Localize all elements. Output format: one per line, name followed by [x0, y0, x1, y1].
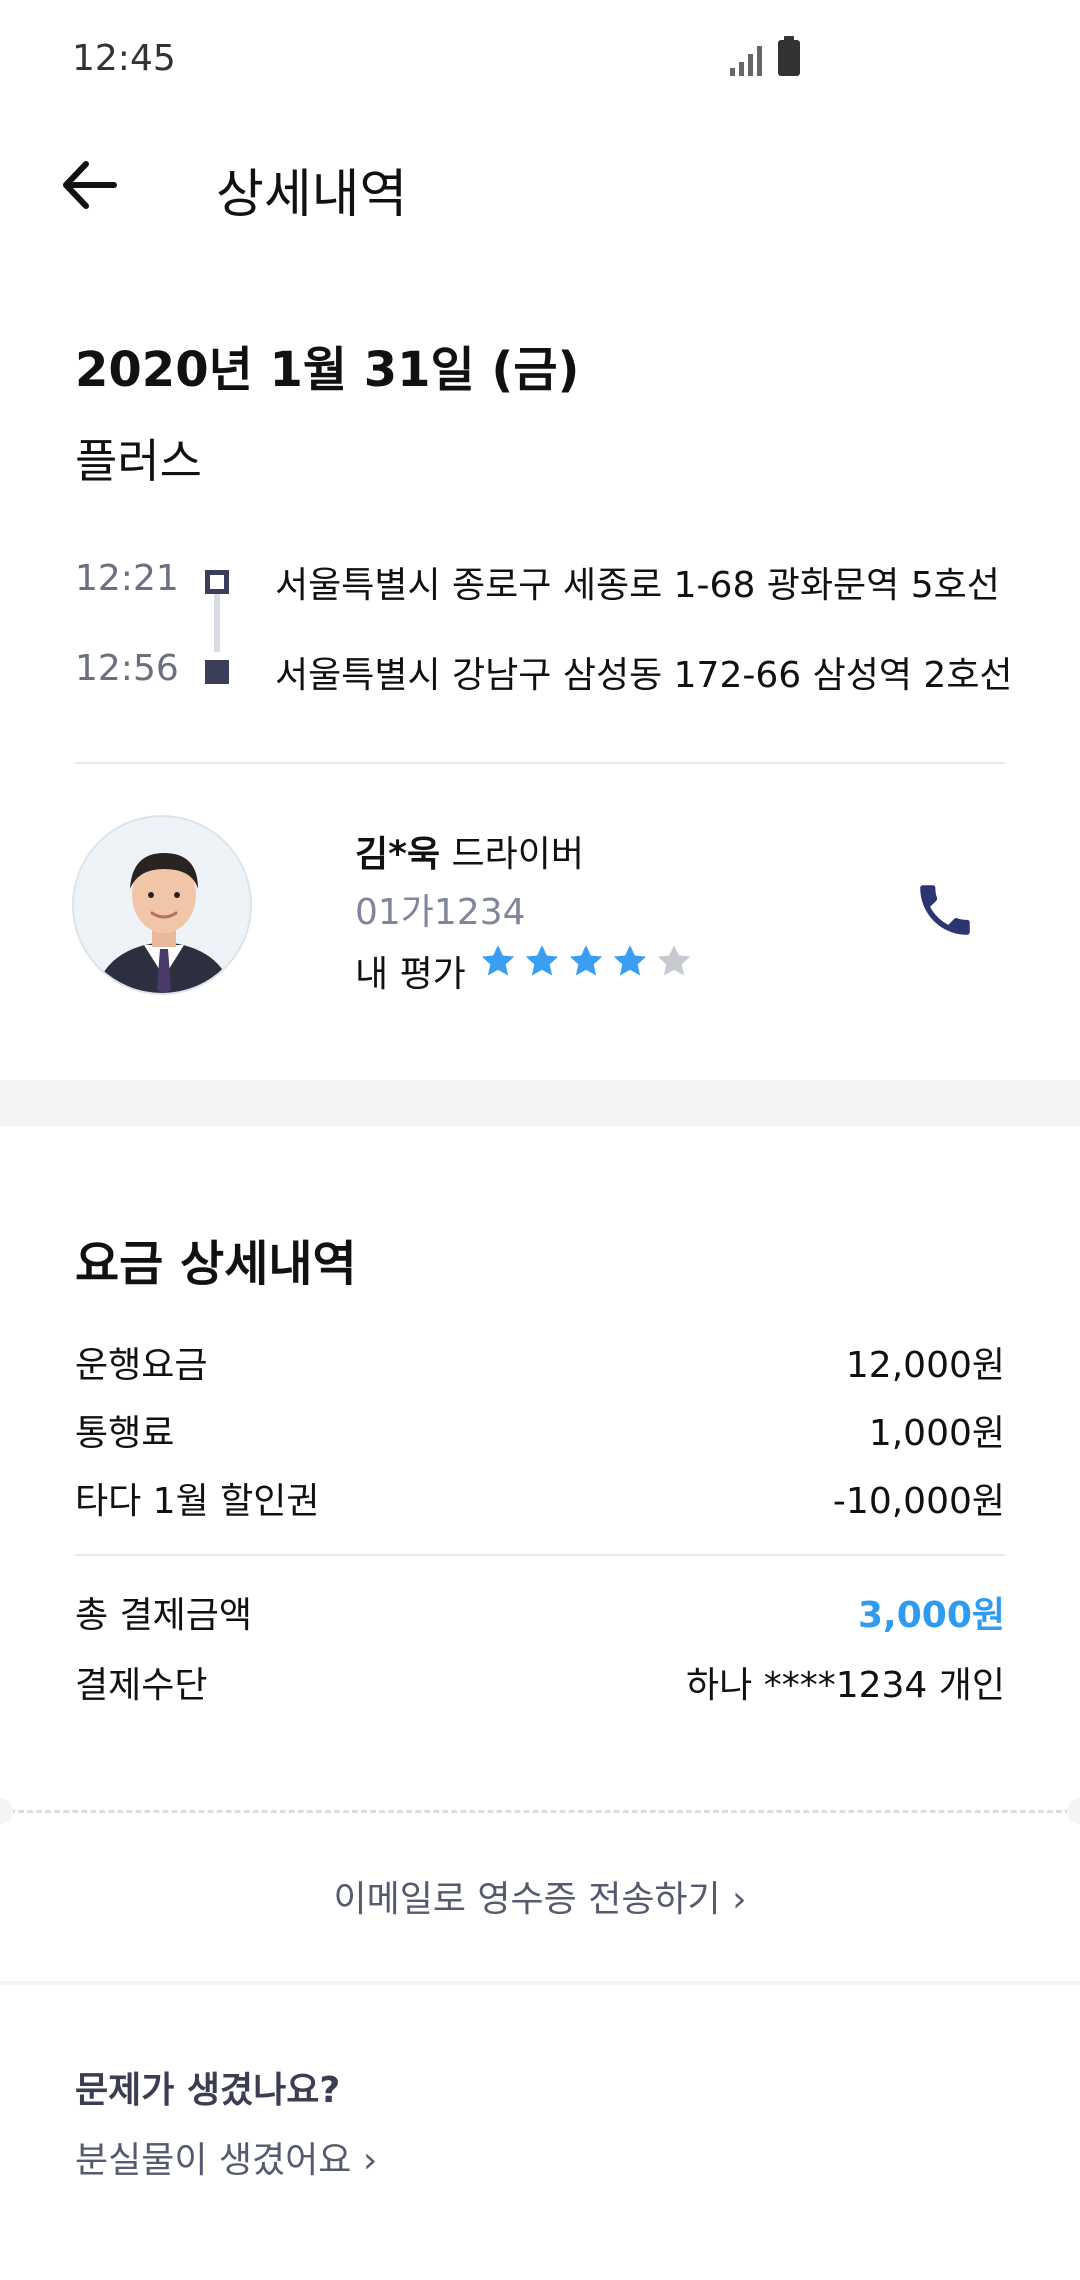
receipt-notch-right	[1067, 1798, 1080, 1824]
star-icon	[613, 945, 647, 976]
receipt-notch-left	[0, 1798, 13, 1824]
driver-card: 김*욱 드라이버 01가1234 내 평가	[0, 815, 1080, 1005]
arrow-left-icon	[63, 161, 117, 209]
page-title: 상세내역	[216, 165, 408, 225]
trip-date: 2020년 1월 31일 (금)	[75, 342, 580, 398]
fare-value: -10,000원	[832, 1481, 1005, 1522]
star-icon	[569, 945, 603, 976]
fare-title: 요금 상세내역	[75, 1236, 357, 1292]
driver-suffix: 드라이버	[440, 834, 585, 875]
rating-stars	[478, 941, 694, 981]
signal-icon	[730, 40, 762, 76]
total-label: 총 결제금액	[75, 1595, 253, 1636]
pickup-address: 서울특별시 종로구 세종로 1-68 광화문역 5호선	[275, 565, 1000, 606]
lost-item-link[interactable]: 분실물이 생겼어요 ›	[75, 2131, 377, 2183]
trip-detail-screen: 12:45 상세내역 2020년 1월 31일 (금) 플러스 12:21 서울…	[0, 0, 1080, 2280]
service-type: 플러스	[75, 434, 202, 488]
total-value: 3,000원	[858, 1595, 1005, 1636]
star-icon	[481, 945, 515, 976]
star-icon	[525, 945, 559, 976]
fare-value: 1,000원	[868, 1413, 1005, 1454]
route-timeline: 12:21 서울특별시 종로구 세종로 1-68 광화문역 5호선 12:56 …	[75, 550, 1015, 696]
divider	[75, 1554, 1005, 1556]
driver-name-line: 김*욱 드라이버	[355, 825, 584, 877]
pickup-time: 12:21	[75, 558, 179, 599]
fare-row-payment: 결제수단 하나 ****1234 개인	[75, 1656, 1005, 1706]
fare-row-base: 운행요금 12,000원	[75, 1336, 1005, 1386]
route-dropoff: 12:56 서울특별시 강남구 삼성동 172-66 삼성역 2호선	[75, 640, 1015, 700]
divider	[75, 762, 1005, 764]
driver-name: 김*욱	[355, 834, 441, 875]
app-bar: 상세내역	[0, 130, 1080, 240]
email-receipt-link[interactable]: 이메일로 영수증 전송하기 ›	[0, 1870, 1080, 1922]
fare-label: 타다 1월 할인권	[75, 1481, 320, 1522]
rating-label: 내 평가	[355, 954, 466, 995]
payment-label: 결제수단	[75, 1665, 208, 1706]
fare-label: 운행요금	[75, 1345, 208, 1386]
fare-label: 통행료	[75, 1413, 175, 1454]
fare-row-toll: 통행료 1,000원	[75, 1404, 1005, 1454]
fare-value: 12,000원	[845, 1345, 1005, 1386]
back-button[interactable]	[56, 150, 126, 220]
help-section: 문제가 생겼나요? 분실물이 생겼어요 ›	[0, 1985, 1080, 2280]
pickup-marker-icon	[205, 570, 229, 594]
fare-row-discount: 타다 1월 할인권 -10,000원	[75, 1472, 1005, 1522]
fare-row-total: 총 결제금액 3,000원	[75, 1586, 1005, 1636]
call-driver-button[interactable]	[912, 877, 978, 943]
driver-photo	[74, 817, 250, 993]
receipt-tear-line	[0, 1810, 1080, 1813]
battery-icon	[778, 36, 800, 76]
driver-avatar	[72, 815, 252, 995]
dropoff-address: 서울특별시 강남구 삼성동 172-66 삼성역 2호선	[275, 655, 1013, 696]
status-time: 12:45	[72, 38, 176, 79]
dropoff-time: 12:56	[75, 648, 179, 689]
car-number: 01가1234	[355, 892, 526, 933]
trip-summary-section: 12:45 상세내역 2020년 1월 31일 (금) 플러스 12:21 서울…	[0, 0, 1080, 1080]
help-title: 문제가 생겼나요?	[75, 2070, 341, 2111]
dropoff-marker-icon	[205, 660, 229, 684]
phone-icon	[920, 885, 970, 935]
star-icon	[657, 945, 691, 976]
fare-section: 요금 상세내역 운행요금 12,000원 통행료 1,000원 타다 1월 할인…	[0, 1126, 1080, 1981]
status-icons	[730, 36, 800, 76]
payment-value: 하나 ****1234 개인	[686, 1665, 1005, 1706]
